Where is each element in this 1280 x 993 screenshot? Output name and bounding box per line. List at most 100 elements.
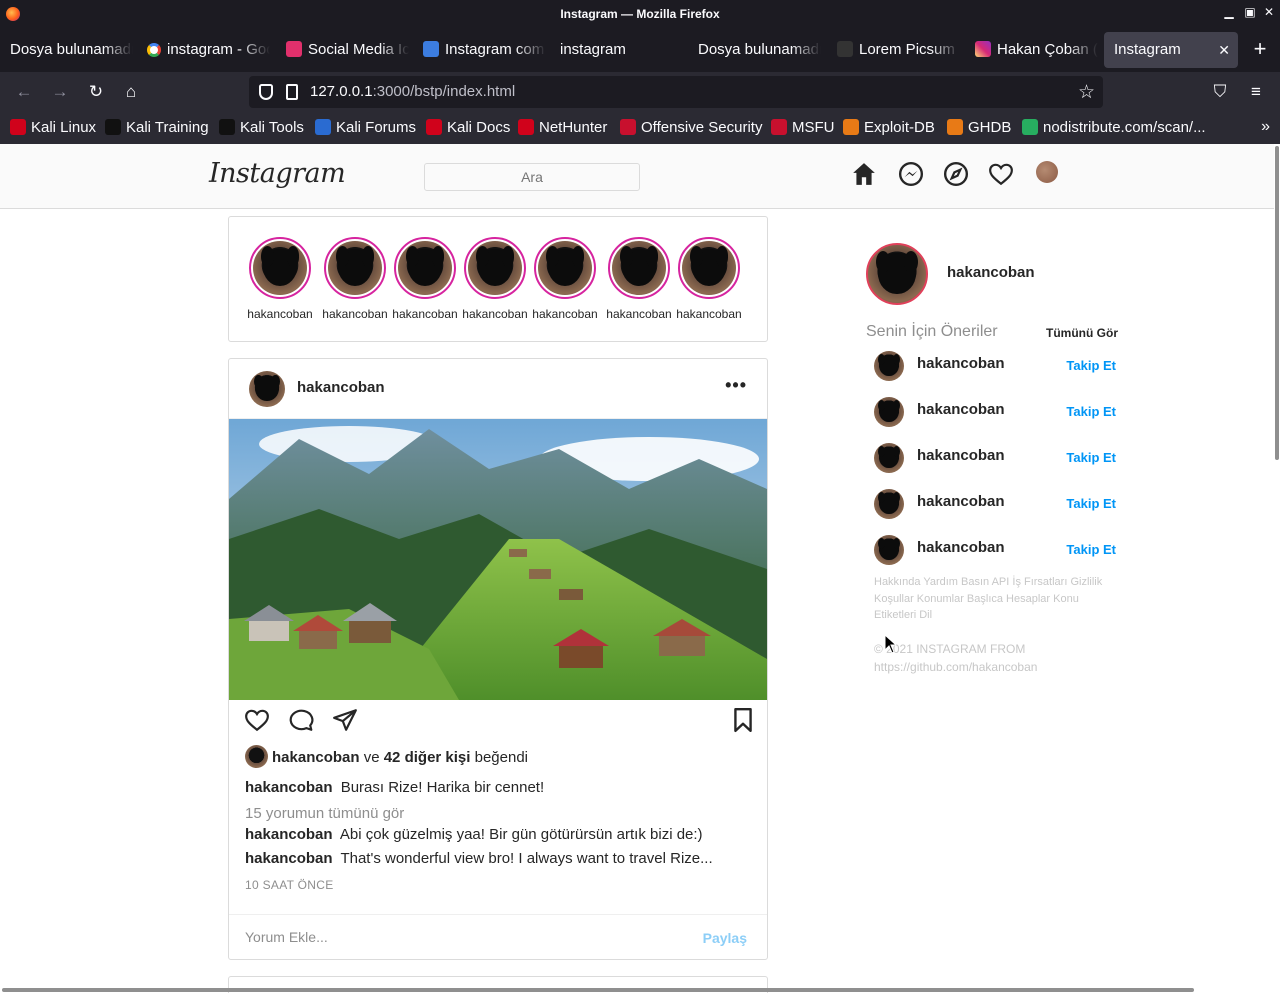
tab-dosya-bulunamadi-1[interactable]: Dosya bulunamadı	[0, 32, 133, 68]
avatar[interactable]	[874, 489, 904, 519]
bookmark-kali-linux[interactable]: Kali Linux	[10, 119, 96, 136]
bookmark-nethunter[interactable]: NetHunter	[518, 119, 607, 136]
sidebar-username[interactable]: hakancoban	[947, 264, 1035, 281]
url-bar[interactable]: 127.0.0.1:3000/bstp/index.html ☆	[249, 76, 1103, 108]
caption-user[interactable]: hakancoban	[245, 779, 333, 796]
add-comment-bar: Paylaş	[229, 914, 767, 960]
bookmark-offensive-security[interactable]: Offensive Security	[620, 119, 762, 136]
avatar	[682, 241, 736, 295]
forward-icon[interactable]: →	[49, 81, 71, 103]
page-info-icon[interactable]	[286, 84, 298, 100]
more-options-icon[interactable]: •••	[725, 375, 747, 396]
url-text[interactable]: 127.0.0.1:3000/bstp/index.html	[310, 83, 515, 100]
messenger-icon[interactable]	[898, 161, 924, 187]
tab-hakan-coban[interactable]: Hakan Çoban (	[965, 32, 1098, 68]
story-item[interactable]: hakancoban	[675, 237, 743, 321]
home-icon[interactable]	[851, 161, 877, 187]
menu-icon[interactable]: ≡	[1245, 81, 1267, 103]
like-heart-icon[interactable]	[244, 707, 270, 733]
bookmark-save-icon[interactable]	[730, 707, 756, 733]
story-item[interactable]: hakancoban	[531, 237, 599, 321]
pocket-icon[interactable]: ⛉	[1209, 81, 1231, 103]
follow-button[interactable]: Takip Et	[1066, 496, 1116, 511]
kali-dragon-icon	[10, 119, 26, 135]
comment-user[interactable]: hakancoban	[245, 826, 333, 843]
share-send-icon[interactable]	[332, 707, 358, 733]
avatar[interactable]	[874, 535, 904, 565]
tab-instagram-active[interactable]: Instagram ✕	[1104, 32, 1238, 68]
close-window-icon[interactable]: ✕	[1262, 5, 1276, 19]
avatar[interactable]	[874, 351, 904, 381]
horizontal-scrollbar[interactable]	[0, 987, 1274, 993]
follow-button[interactable]: Takip Et	[1066, 542, 1116, 557]
post-username[interactable]: hakancoban	[297, 379, 385, 396]
post-timestamp: 10 SAAT ÖNCE	[245, 878, 334, 892]
tab-social-media-icons[interactable]: Social Media Icons	[276, 32, 409, 68]
comment-user[interactable]: hakancoban	[245, 850, 333, 867]
new-tab-icon[interactable]: +	[1248, 36, 1272, 62]
likes-suffix: beğendi	[474, 749, 528, 766]
suggestion-username[interactable]: hakancoban	[917, 355, 1005, 372]
reload-icon[interactable]: ↻	[85, 81, 107, 103]
tab-lorem-picsum[interactable]: Lorem Picsum	[827, 32, 960, 68]
bookmark-kali-docs[interactable]: Kali Docs	[426, 119, 510, 136]
post-photo[interactable]	[229, 419, 767, 700]
tab-dosya-bulunamadi-2[interactable]: Dosya bulunamadı	[688, 32, 821, 68]
avatar	[253, 241, 307, 295]
kali-docs-icon	[426, 119, 442, 135]
bookmark-nodistribute[interactable]: nodistribute.com/scan/...	[1022, 119, 1206, 136]
post-caption: hakancoban Burası Rize! Harika bir cenne…	[245, 779, 544, 796]
likes-user[interactable]: hakancoban	[272, 749, 360, 766]
tracking-protection-icon[interactable]	[259, 84, 273, 100]
story-item[interactable]: hakancoban	[605, 237, 673, 321]
suggestion-username[interactable]: hakancoban	[917, 447, 1005, 464]
avatar[interactable]	[874, 443, 904, 473]
follow-button[interactable]: Takip Et	[1066, 404, 1116, 419]
back-icon[interactable]: ←	[13, 81, 35, 103]
avatar[interactable]	[866, 243, 928, 305]
vertical-scrollbar[interactable]	[1274, 144, 1280, 993]
bookmark-kali-tools[interactable]: Kali Tools	[219, 119, 304, 136]
bookmark-star-icon[interactable]: ☆	[1078, 81, 1095, 104]
add-comment-input[interactable]	[245, 929, 665, 945]
story-ring	[324, 237, 386, 299]
bookmark-kali-forums[interactable]: Kali Forums	[315, 119, 416, 136]
suggestion-username[interactable]: hakancoban	[917, 493, 1005, 510]
tab-instagram-com[interactable]: Instagram com	[413, 32, 546, 68]
home-icon[interactable]: ⌂	[120, 81, 142, 103]
post-actions	[229, 707, 767, 737]
footer-links[interactable]: Hakkında Yardım Basın API İş Fırsatları …	[874, 574, 1110, 624]
comment-item: hakancoban Abi çok güzelmiş yaa! Bir gün…	[245, 826, 703, 843]
comment-icon[interactable]	[288, 707, 314, 733]
bookmark-msfu[interactable]: MSFU	[771, 119, 835, 136]
tab-instagram[interactable]: instagram	[550, 32, 683, 68]
maximize-icon[interactable]: ▣	[1243, 5, 1257, 19]
story-item[interactable]: hakancoban	[321, 237, 389, 321]
instagram-logo[interactable]: Instagram	[209, 158, 346, 189]
tab-instagram-google[interactable]: instagram - Google	[137, 32, 270, 68]
search-input[interactable]	[424, 163, 640, 191]
story-item[interactable]: hakancoban	[246, 237, 314, 321]
see-all-link[interactable]: Tümünü Gör	[1046, 326, 1118, 340]
more-bookmarks-icon[interactable]: »	[1261, 118, 1270, 136]
follow-button[interactable]: Takip Et	[1066, 358, 1116, 373]
avatar[interactable]	[874, 397, 904, 427]
close-tab-icon[interactable]: ✕	[1218, 32, 1230, 68]
likes-count[interactable]: 42 diğer kişi	[384, 749, 471, 766]
suggestion-username[interactable]: hakancoban	[917, 539, 1005, 556]
avatar[interactable]	[249, 371, 285, 407]
suggestion-username[interactable]: hakancoban	[917, 401, 1005, 418]
profile-avatar[interactable]	[1036, 161, 1058, 183]
view-all-comments-link[interactable]: 15 yorumun tümünü gör	[245, 805, 404, 822]
bookmark-exploit-db[interactable]: Exploit-DB	[843, 119, 935, 136]
comment-text: That's wonderful view bro! I always want…	[340, 850, 713, 867]
activity-heart-icon[interactable]	[988, 161, 1014, 187]
bookmark-ghdb[interactable]: GHDB	[947, 119, 1011, 136]
follow-button[interactable]: Takip Et	[1066, 450, 1116, 465]
post-comment-button[interactable]: Paylaş	[703, 930, 747, 946]
story-item[interactable]: hakancoban	[391, 237, 459, 321]
minimize-icon[interactable]: ▁	[1222, 5, 1236, 19]
bookmark-kali-training[interactable]: Kali Training	[105, 119, 209, 136]
explore-icon[interactable]	[943, 161, 969, 187]
story-item[interactable]: hakancoban	[461, 237, 529, 321]
